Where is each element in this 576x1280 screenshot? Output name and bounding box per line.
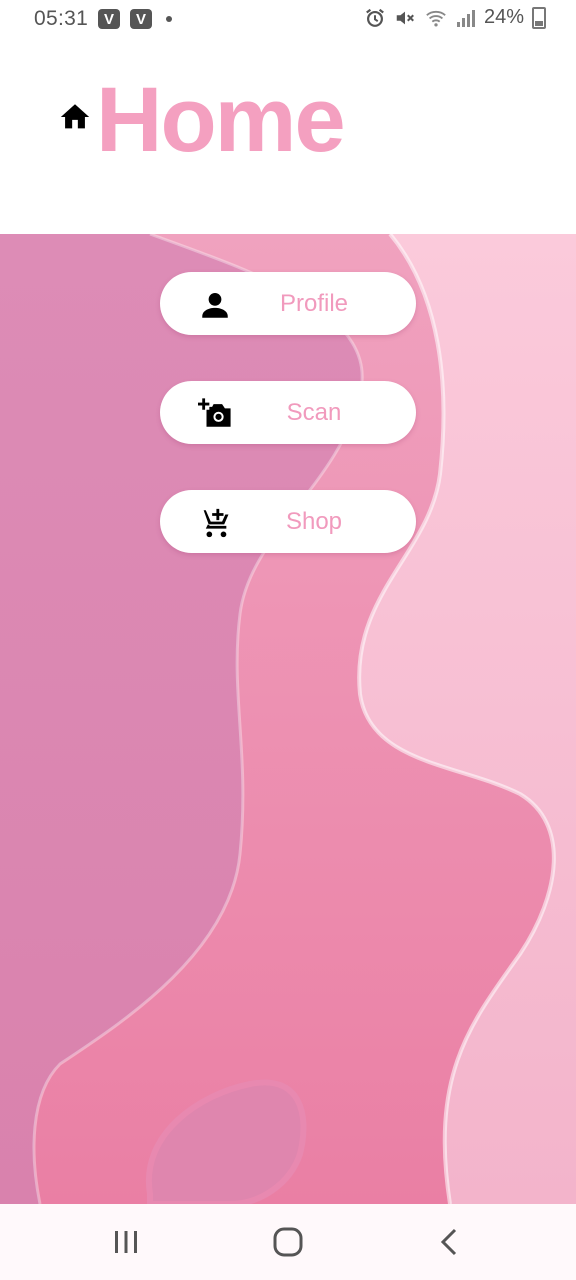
signal-icon [456,9,475,27]
background-waves [0,234,576,1204]
alarm-icon [366,8,384,27]
header: Home [0,38,576,234]
back-icon[interactable] [430,1222,470,1262]
scan-button[interactable]: Scan [160,381,416,444]
home-icon [60,104,90,129]
home-nav-icon[interactable] [268,1222,308,1262]
scan-label: Scan [286,398,342,426]
notification-v-icon: V [130,9,153,29]
page-title: Home [96,69,346,171]
profile-button[interactable]: Profile [160,272,416,335]
shop-label: Shop [285,507,343,535]
battery-percent: 24% [483,6,524,28]
background-art [0,234,576,1204]
status-time: 05:31 [34,7,89,30]
recent-apps-icon[interactable] [106,1222,146,1262]
more-notifications-dot [166,16,173,22]
notification-v-icon: V [98,9,121,29]
profile-label: Profile [279,289,349,317]
status-bar: 05:31 V V 24% [0,0,576,38]
battery-icon [532,6,546,29]
mute-icon [396,11,414,24]
navigation-bar [0,1204,576,1280]
shop-button[interactable]: Shop [160,490,416,553]
status-left: 05:31 V V [34,7,173,31]
status-right: 24% [364,6,546,29]
wifi-icon [426,10,446,27]
